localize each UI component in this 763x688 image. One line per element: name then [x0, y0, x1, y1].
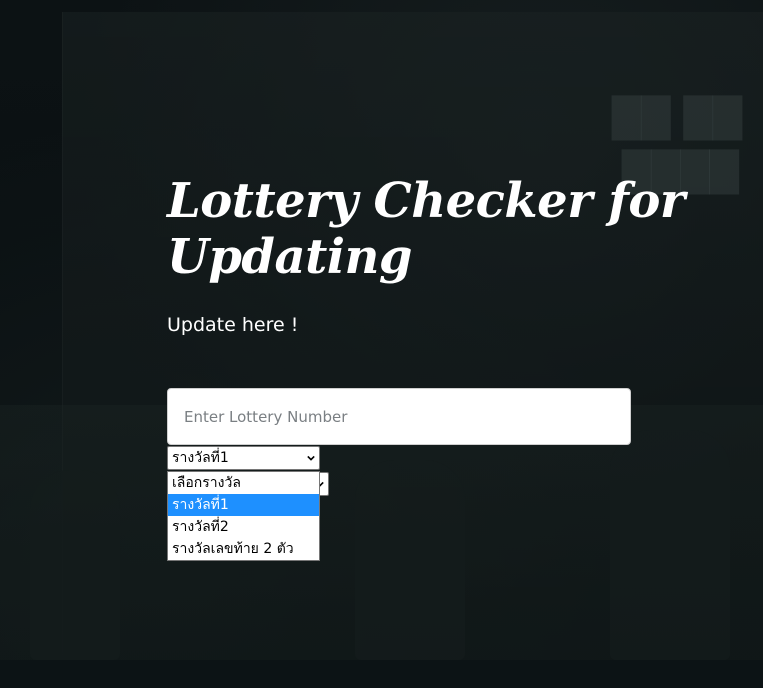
chevron-down-icon [307, 455, 315, 461]
background-banner-text: ██ ██ [612, 96, 743, 140]
background-figure [610, 430, 730, 660]
page-background: ██ ██ ████ Lottery Checker for Updating … [0, 0, 763, 688]
prize-option[interactable]: รางวัลที่2 [168, 516, 319, 538]
page-subtitle: Update here ! [167, 314, 299, 336]
prize-select-dropdown: เลือกรางวัล รางวัลที่1 รางวัลที่2 รางวัล… [167, 471, 320, 561]
lottery-number-input[interactable] [167, 388, 631, 445]
background-figure [355, 460, 465, 660]
background-figure [30, 470, 120, 660]
prize-option[interactable]: รางวัลเลขท้าย 2 ตัว [168, 538, 319, 560]
prize-select[interactable]: รางวัลที่1 [167, 446, 320, 470]
prize-select-value: รางวัลที่1 [172, 450, 229, 466]
page-title: Lottery Checker for Updating [167, 173, 685, 285]
prize-option[interactable]: เลือกรางวัล [168, 472, 319, 494]
prize-option-selected[interactable]: รางวัลที่1 [168, 494, 319, 516]
background-floor [0, 660, 763, 688]
